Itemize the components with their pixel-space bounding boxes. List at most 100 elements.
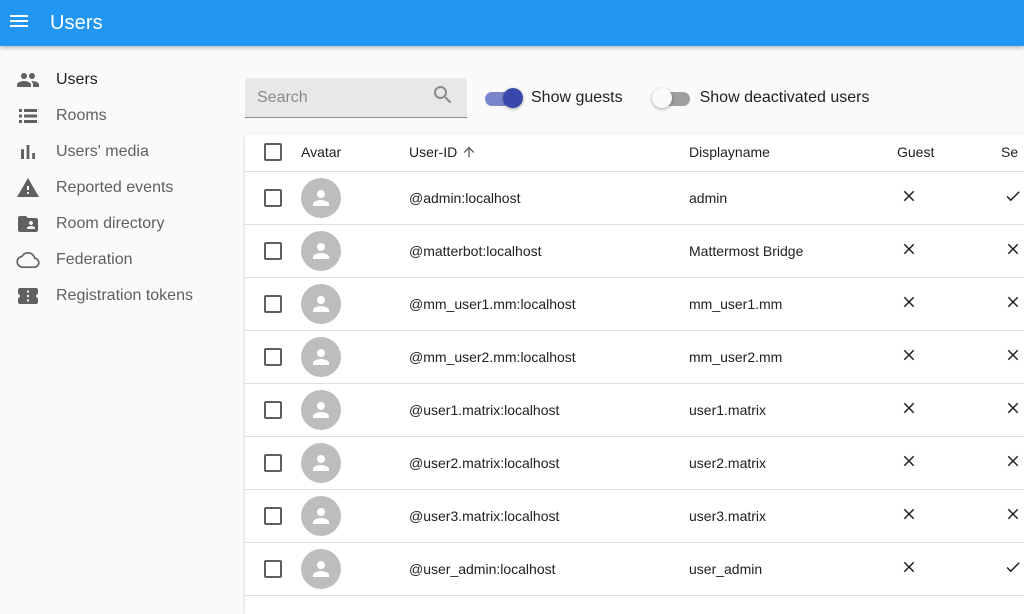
user-id-cell: @user2.matrix:localhost	[409, 436, 689, 490]
table-row[interactable]: @user1.matrix:localhost user1.matrix	[245, 383, 1024, 437]
sidebar-item-reported-events[interactable]: Reported events	[0, 170, 240, 206]
select-all-cell	[245, 134, 301, 172]
close-icon	[900, 558, 918, 579]
show-deactivated-switch[interactable]	[651, 88, 692, 108]
row-select-cell	[245, 224, 301, 278]
guest-cell	[897, 542, 1001, 596]
server-admin-cell	[1001, 171, 1024, 225]
server-admin-cell	[1001, 224, 1024, 278]
sidebar-item-room-directory[interactable]: Room directory	[0, 206, 240, 242]
close-icon	[1004, 505, 1022, 526]
warning-icon	[0, 176, 56, 200]
close-icon	[1004, 452, 1022, 473]
row-checkbox[interactable]	[264, 506, 282, 525]
show-deactivated-label: Show deactivated users	[699, 89, 870, 106]
avatar	[301, 495, 341, 536]
arrow-up-icon	[461, 144, 477, 160]
bar-chart-icon	[0, 140, 56, 164]
select-all-checkbox[interactable]	[264, 143, 282, 162]
app-bar: Users	[0, 0, 1024, 46]
sidebar-item-users-media[interactable]: Users' media	[0, 134, 240, 170]
list-icon	[0, 104, 56, 128]
filter-toolbar: Show guests Show deactivated users	[245, 78, 869, 118]
show-deactivated-toggle[interactable]: Show deactivated users	[651, 88, 870, 108]
guest-cell	[897, 171, 1001, 225]
sidebar-item-registration-tokens[interactable]: Registration tokens	[0, 278, 240, 314]
sort-user-id[interactable]: User-ID	[409, 144, 477, 160]
user-id-cell: @user_admin:localhost	[409, 542, 689, 596]
row-checkbox[interactable]	[264, 294, 282, 313]
cloud-icon	[0, 248, 56, 272]
server-admin-cell	[1001, 330, 1024, 384]
row-checkbox[interactable]	[264, 559, 282, 578]
table-row[interactable]: @user2.matrix:localhost user2.matrix	[245, 436, 1024, 490]
avatar-cell	[301, 489, 409, 543]
person-icon	[309, 239, 333, 263]
row-checkbox[interactable]	[264, 241, 282, 260]
avatar	[301, 230, 341, 271]
user-id-cell: @user3.matrix:localhost	[409, 489, 689, 543]
show-guests-switch[interactable]	[483, 88, 523, 108]
guest-cell	[897, 489, 1001, 543]
table-header-row: Avatar User-ID Displayname Guest Se	[245, 134, 1024, 172]
table-row[interactable]: @matterbot:localhost Mattermost Bridge	[245, 224, 1024, 278]
table-row[interactable]: @mm_user2.mm:localhost mm_user2.mm	[245, 330, 1024, 384]
displayname-cell: user_admin	[689, 542, 897, 596]
displayname-cell: admin	[689, 171, 897, 225]
column-header-server-admin[interactable]: Se	[1001, 134, 1024, 172]
close-icon	[900, 240, 918, 261]
row-checkbox[interactable]	[264, 347, 282, 366]
avatar-cell	[301, 277, 409, 331]
sidebar-item-label: Rooms	[56, 107, 107, 124]
person-icon	[309, 504, 333, 528]
avatar-cell	[301, 330, 409, 384]
table-row[interactable]: @admin:localhost admin	[245, 171, 1024, 225]
row-select-cell	[245, 542, 301, 596]
displayname-cell: user2.matrix	[689, 436, 897, 490]
sidebar-item-rooms[interactable]: Rooms	[0, 98, 240, 134]
column-header-user-id[interactable]: User-ID	[409, 134, 689, 172]
row-checkbox[interactable]	[264, 453, 282, 472]
table-row[interactable]: @user_admin:localhost user_admin	[245, 542, 1024, 596]
sidebar-item-label: Federation	[56, 251, 133, 268]
people-icon	[0, 68, 56, 92]
person-icon	[309, 451, 333, 475]
search-field[interactable]	[245, 78, 467, 118]
show-guests-toggle[interactable]: Show guests	[483, 88, 623, 108]
close-icon	[900, 346, 918, 367]
ticket-icon	[0, 284, 56, 308]
guest-cell	[897, 330, 1001, 384]
row-checkbox[interactable]	[264, 188, 282, 207]
avatar-cell	[301, 171, 409, 225]
menu-button[interactable]	[0, 0, 42, 46]
close-icon	[900, 293, 918, 314]
sidebar-item-label: Room directory	[56, 215, 165, 232]
displayname-cell: mm_user1.mm	[689, 277, 897, 331]
folder-shared-icon	[0, 212, 56, 236]
row-select-cell	[245, 277, 301, 331]
avatar-cell	[301, 224, 409, 278]
row-select-cell	[245, 489, 301, 543]
sidebar-item-users[interactable]: Users	[0, 62, 240, 98]
table-row[interactable]: @mm_user1.mm:localhost mm_user1.mm	[245, 277, 1024, 331]
avatar	[301, 177, 341, 218]
check-icon	[1004, 558, 1022, 579]
column-header-displayname[interactable]: Displayname	[689, 134, 897, 172]
server-admin-cell	[1001, 542, 1024, 596]
user-id-cell: @mm_user2.mm:localhost	[409, 330, 689, 384]
person-icon	[309, 557, 333, 581]
table-row[interactable]: @user3.matrix:localhost user3.matrix	[245, 489, 1024, 543]
displayname-cell: user1.matrix	[689, 383, 897, 437]
column-header-guest[interactable]: Guest	[897, 134, 1001, 172]
menu-icon	[7, 9, 31, 38]
guest-cell	[897, 224, 1001, 278]
search-input[interactable]	[257, 88, 417, 107]
server-admin-cell	[1001, 277, 1024, 331]
row-checkbox[interactable]	[264, 400, 282, 419]
user-id-cell: @admin:localhost	[409, 171, 689, 225]
column-header-label: User-ID	[409, 144, 458, 161]
row-select-cell	[245, 383, 301, 437]
sidebar-item-federation[interactable]: Federation	[0, 242, 240, 278]
show-guests-label: Show guests	[531, 89, 623, 106]
close-icon	[900, 399, 918, 420]
